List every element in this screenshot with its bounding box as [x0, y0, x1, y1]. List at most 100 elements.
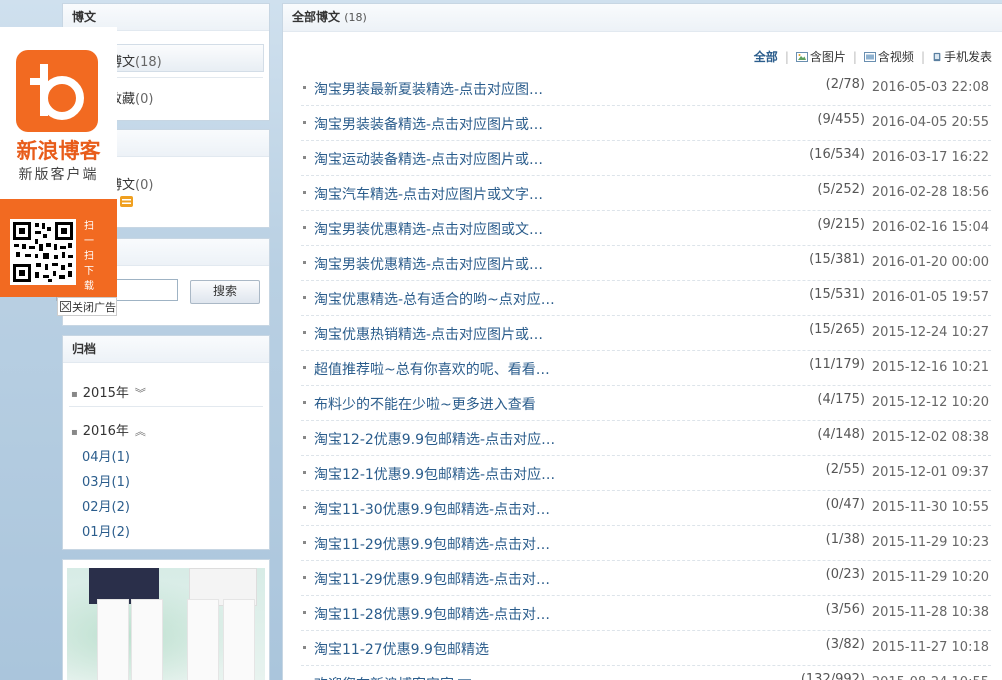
archive-year-2015[interactable]: ▪ 2015年 ︾	[71, 382, 146, 401]
post-title-link[interactable]: 淘宝男装装备精选-点击对应图片或…	[314, 114, 543, 134]
post-title-link[interactable]: 淘宝男装优惠精选-点击对应图片或…	[314, 254, 543, 274]
photo-figure	[223, 599, 255, 680]
post-date: 2015-11-29 10:20	[871, 570, 989, 585]
post-title-link[interactable]: 淘宝11-28优惠9.9包邮精选-点击对…	[314, 604, 550, 624]
post-title-text: 淘宝11-28优惠9.9包邮精选-点击对…	[314, 607, 550, 623]
post-title-link[interactable]: 淘宝男装优惠精选-点击对应图或文…	[314, 219, 543, 239]
post-title-link[interactable]: 淘宝优惠精选-总有适合的哟~点对应…	[314, 289, 555, 309]
ad-bottom: 扫 一 扫 下 载	[0, 199, 117, 297]
post-date: 2015-12-16 10:21	[871, 360, 989, 375]
post-row: 淘宝11-28优惠9.9包邮精选-点击对… (3/56) 2015-11-28 10…	[301, 596, 991, 631]
post-stats: (2/78)	[825, 77, 865, 92]
filter-with-video[interactable]: 含视频	[863, 48, 914, 65]
post-title-link[interactable]: 淘宝11-27优惠9.9包邮精选	[314, 639, 489, 659]
photo-figure	[187, 599, 219, 680]
promo-photo[interactable]	[67, 568, 265, 680]
post-row: 欢迎您在新浪博客安家 (132/992) 2015-08-24 10:55	[301, 666, 991, 680]
archive-month-link[interactable]: 02月(2)	[82, 496, 130, 515]
search-button[interactable]: 搜索	[190, 280, 260, 304]
post-title-text: 淘宝运动装备精选-点击对应图片或…	[314, 152, 544, 168]
post-stats: (2/55)	[825, 462, 865, 477]
post-row: 淘宝12-2优惠9.9包邮精选-点击对应… (4/148) 2015-12-02 0…	[301, 421, 991, 456]
post-title-text: 淘宝11-29优惠9.9包邮精选-点击对…	[314, 537, 550, 553]
archive-month-link[interactable]: 01月(2)	[82, 521, 130, 540]
divider	[69, 406, 263, 407]
app-download-ad[interactable]: 新浪博客 新版客户端 扫 一 扫 下 载 关闭广告	[0, 27, 117, 316]
bullet-icon	[303, 541, 306, 544]
filter-separator: |	[784, 50, 789, 64]
image-panel	[62, 559, 270, 680]
post-row: 淘宝运动装备精选-点击对应图片或… (16/534) 2016-03-17 16:2…	[301, 141, 991, 176]
post-title-link[interactable]: 淘宝运动装备精选-点击对应图片或…	[314, 149, 543, 169]
posts-panel: 全部博文 (18) 全部 | 含图片 | 含视频 | 手机发表 淘宝男装最新夏装精选-点击对…	[282, 3, 1002, 680]
post-count: (18)	[344, 11, 367, 24]
post-title-text: 淘宝汽车精选-点击对应图片或文字…	[314, 187, 544, 203]
bullet-icon	[303, 506, 306, 509]
filter-with-images[interactable]: 含图片	[795, 48, 846, 65]
filter-label: 含视频	[877, 50, 914, 64]
close-ad-button[interactable]: 关闭广告	[57, 297, 117, 316]
archive-year-2016[interactable]: ▪ 2016年 ︽	[71, 420, 146, 439]
post-row: 淘宝男装优惠精选-点击对应图或文… (9/215) 2016-02-16 15:04	[301, 211, 991, 246]
archive-month-link[interactable]: 03月(1)	[82, 471, 130, 490]
post-row: 淘宝男装优惠精选-点击对应图片或… (15/381) 2016-01-20 00:0…	[301, 246, 991, 281]
post-stats: (15/381)	[809, 252, 865, 267]
post-title-text: 布料少的不能在少啦~更多进入查看	[314, 397, 536, 413]
qr-code-icon[interactable]	[10, 219, 76, 285]
post-stats: (9/455)	[817, 112, 865, 127]
post-title-text: 超值推荐啦~总有你喜欢的呢、看看…	[314, 362, 550, 378]
archive-panel: 归档 ▪ 2015年 ︾ ▪ 2016年 ︽ 04月(1) 03月(1) 02月(2) …	[62, 335, 270, 550]
chevron-down-icon[interactable]: ︾	[135, 387, 146, 400]
video-icon	[863, 52, 876, 62]
bullet-icon	[303, 611, 306, 614]
sina-blog-logo-icon	[16, 50, 98, 132]
archive-panel-title: 归档	[63, 336, 269, 363]
post-title-link[interactable]: 淘宝11-30优惠9.9包邮精选-点击对…	[314, 499, 550, 519]
chevron-up-icon[interactable]: ︽	[135, 425, 146, 438]
post-date: 2015-12-12 10:20	[871, 395, 989, 410]
post-stats: (4/175)	[817, 392, 865, 407]
post-title-link[interactable]: 淘宝汽车精选-点击对应图片或文字…	[314, 184, 543, 204]
bullet-icon: ▪	[71, 427, 78, 438]
post-row: 淘宝男装最新夏装精选-点击对应图… (2/78) 2016-05-03 22:08	[301, 71, 991, 106]
ad-title: 新浪博客	[16, 139, 101, 163]
post-stats: (3/56)	[825, 602, 865, 617]
post-stats: (3/82)	[825, 637, 865, 652]
image-icon	[795, 52, 808, 62]
post-row: 淘宝11-30优惠9.9包邮精选-点击对… (0/47) 2015-11-30 10…	[301, 491, 991, 526]
post-title-text: 淘宝男装优惠精选-点击对应图或文…	[314, 222, 544, 238]
archive-year-label: 2015年	[82, 386, 129, 401]
post-title-text: 淘宝11-27优惠9.9包邮精选	[314, 642, 489, 658]
bullet-icon	[303, 471, 306, 474]
post-title-link[interactable]: 布料少的不能在少啦~更多进入查看	[314, 394, 536, 414]
post-date: 2015-11-29 10:23	[871, 535, 989, 550]
post-title-link[interactable]: 淘宝11-29优惠9.9包邮精选-点击对…	[314, 569, 550, 589]
ad-scan-text: 扫 一 扫 下 载	[82, 219, 96, 294]
post-title-link[interactable]: 淘宝优惠热销精选-点击对应图片或…	[314, 324, 543, 344]
archive-month-link[interactable]: 04月(1)	[82, 446, 130, 465]
filter-mobile[interactable]: 手机发表	[932, 48, 992, 65]
posts-panel-header: 全部博文 (18)	[283, 4, 1002, 32]
filter-all[interactable]: 全部	[754, 48, 778, 65]
post-title-link[interactable]: 淘宝11-29优惠9.9包邮精选-点击对…	[314, 534, 550, 554]
post-title-link[interactable]: 淘宝12-2优惠9.9包邮精选-点击对应…	[314, 429, 555, 449]
phone-icon	[933, 52, 941, 62]
post-title-link[interactable]: 淘宝12-1优惠9.9包邮精选-点击对应…	[314, 464, 555, 484]
post-title-link[interactable]: 超值推荐啦~总有你喜欢的呢、看看…	[314, 359, 550, 379]
post-stats: (132/992)	[800, 672, 865, 680]
post-row: 淘宝汽车精选-点击对应图片或文字… (5/252) 2016-02-28 18:56	[301, 176, 991, 211]
ad-scan-char: 扫	[84, 221, 94, 232]
post-date: 2015-12-02 08:38	[871, 430, 989, 445]
post-stats: (0/23)	[825, 567, 865, 582]
post-title-text: 淘宝优惠热销精选-点击对应图片或…	[314, 327, 544, 343]
post-stats: (11/179)	[809, 357, 865, 372]
bullet-icon	[303, 401, 306, 404]
ad-scan-char: 下	[84, 266, 94, 277]
post-row: 淘宝11-27优惠9.9包邮精选 (3/82) 2015-11-27 10:18	[301, 631, 991, 666]
post-title-link[interactable]: 欢迎您在新浪博客安家	[314, 674, 471, 680]
bullet-icon	[303, 296, 306, 299]
new-badge-icon	[120, 196, 134, 207]
post-title-link[interactable]: 淘宝男装最新夏装精选-点击对应图…	[314, 79, 543, 99]
post-date: 2015-11-27 10:18	[871, 640, 989, 655]
post-date: 2015-12-24 10:27	[871, 325, 989, 340]
